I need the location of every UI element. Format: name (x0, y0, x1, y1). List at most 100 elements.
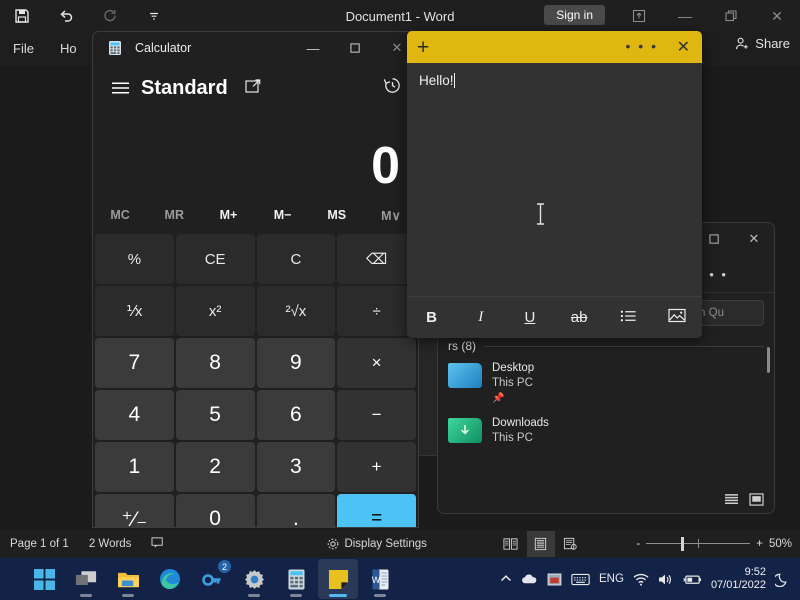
explorer-group-header[interactable]: rs (8) (448, 339, 764, 353)
ribbon-tab-home[interactable]: Ho (47, 32, 90, 66)
maximize-icon[interactable] (334, 32, 376, 64)
explorer-scrollbar[interactable] (767, 347, 770, 373)
zoom-slider-thumb[interactable] (681, 537, 685, 551)
zoom-slider[interactable] (646, 537, 751, 551)
read-mode-icon[interactable] (497, 531, 525, 557)
close-icon[interactable]: ✕ (734, 223, 774, 255)
key-9[interactable]: 9 (256, 338, 336, 388)
file-explorer-button[interactable] (108, 559, 148, 599)
key-add[interactable]: + (337, 442, 416, 492)
key-7[interactable]: 7 (95, 338, 174, 388)
tray-app-icon[interactable] (547, 572, 562, 586)
key-app-button[interactable]: 2 (192, 559, 232, 599)
active-indicator (329, 594, 347, 597)
restore-icon[interactable] (708, 0, 754, 32)
minimize-icon[interactable]: — (292, 32, 334, 64)
key-8[interactable]: 8 (175, 338, 255, 388)
key-clear-entry[interactable]: CE (175, 234, 255, 284)
memory-button-ms[interactable]: MS (310, 208, 364, 222)
bold-icon[interactable]: B (407, 309, 456, 326)
large-icons-view-icon[interactable] (747, 491, 766, 507)
history-icon[interactable] (383, 76, 402, 100)
key-divide[interactable]: ÷ (337, 286, 416, 336)
wifi-icon[interactable] (633, 573, 649, 586)
key-4[interactable]: 4 (95, 390, 174, 440)
key-backspace[interactable]: ⌫ (337, 234, 416, 284)
memory-button-mc[interactable]: MC (93, 208, 147, 222)
share-button[interactable]: Share (735, 36, 790, 51)
word-button[interactable]: W (360, 559, 400, 599)
list-item[interactable]: Downloads This PC (448, 416, 764, 446)
calculator-button[interactable] (276, 559, 316, 599)
edge-button[interactable] (150, 559, 190, 599)
cloud-icon[interactable] (521, 573, 538, 585)
calculator-icon (107, 40, 123, 56)
key-multiply[interactable]: × (337, 338, 416, 388)
sticky-note-window[interactable]: + • • • ✕ Hello! B I U ab (407, 31, 702, 338)
strikethrough-icon[interactable]: ab (555, 309, 604, 326)
note-menu-icon[interactable]: • • • (626, 38, 658, 54)
web-layout-icon[interactable] (557, 531, 585, 557)
calculator-window[interactable]: Calculator — ✕ Standard 0 MC MR M+ M− MS… (92, 31, 419, 528)
taskbar: 2 W ENG 9:52 07/01/2022 (0, 558, 800, 600)
key-1[interactable]: 1 (95, 442, 174, 492)
minimize-icon[interactable]: — (662, 0, 708, 32)
display-settings-button[interactable]: Display Settings (316, 537, 436, 551)
close-icon[interactable]: ✕ (677, 37, 690, 57)
hamburger-menu-icon[interactable] (107, 75, 133, 101)
key-percent[interactable]: % (95, 234, 174, 284)
memory-button-m-add[interactable]: M+ (201, 208, 255, 222)
insert-image-icon[interactable] (653, 308, 702, 327)
key-equals[interactable]: = (337, 494, 416, 527)
key-square-root[interactable]: ²√x (256, 286, 336, 336)
ribbon-tab-file[interactable]: File (0, 32, 47, 66)
list-item[interactable]: Desktop This PC 📌 (448, 361, 764, 406)
memory-button-m-sub[interactable]: M− (256, 208, 310, 222)
key-clear[interactable]: C (256, 234, 336, 284)
memory-button-mr[interactable]: MR (147, 208, 201, 222)
status-page-number[interactable]: Page 1 of 1 (0, 538, 79, 550)
clock[interactable]: 9:52 07/01/2022 (711, 566, 766, 592)
sign-in-button[interactable]: Sign in (544, 5, 605, 25)
task-view-button[interactable] (66, 559, 106, 599)
key-square[interactable]: x² (175, 286, 255, 336)
sticky-note-header[interactable]: + • • • ✕ (407, 31, 702, 63)
note-text-area[interactable]: Hello! (407, 63, 702, 296)
proofing-icon[interactable] (141, 536, 176, 552)
key-reciprocal[interactable]: ⅟x (95, 286, 174, 336)
key-3[interactable]: 3 (256, 442, 336, 492)
settings-button[interactable] (234, 559, 274, 599)
save-icon[interactable] (0, 0, 44, 32)
zoom-out-button[interactable]: - (636, 538, 640, 550)
close-icon[interactable]: ✕ (754, 0, 800, 32)
key-0[interactable]: 0 (175, 494, 255, 527)
key-2[interactable]: 2 (175, 442, 255, 492)
status-word-count[interactable]: 2 Words (79, 538, 142, 550)
sticky-notes-button[interactable] (318, 559, 358, 599)
details-view-icon[interactable] (722, 491, 741, 507)
customize-quick-access-icon[interactable] (132, 0, 176, 32)
moon-icon[interactable] (775, 572, 790, 587)
zoom-level-label[interactable]: 50% (769, 538, 792, 550)
add-note-icon[interactable]: + (417, 37, 429, 58)
battery-charging-icon[interactable] (683, 573, 702, 586)
start-button[interactable] (24, 559, 64, 599)
key-negate[interactable]: ⁺⁄₋ (95, 494, 174, 527)
key-decimal[interactable]: . (256, 494, 336, 527)
zoom-in-button[interactable]: + (756, 538, 763, 550)
bulleted-list-icon[interactable] (604, 309, 653, 327)
language-indicator[interactable]: ENG (599, 573, 624, 585)
note-text: Hello! (419, 73, 454, 88)
print-layout-icon[interactable] (526, 531, 555, 557)
key-subtract[interactable]: − (337, 390, 416, 440)
keyboard-icon[interactable] (571, 573, 590, 586)
ribbon-display-options-icon[interactable] (616, 0, 662, 32)
chevron-up-icon[interactable] (500, 574, 512, 584)
italic-icon[interactable]: I (456, 309, 505, 326)
undo-icon[interactable] (44, 0, 88, 32)
key-6[interactable]: 6 (256, 390, 336, 440)
keep-on-top-icon[interactable] (244, 77, 262, 100)
underline-icon[interactable]: U (505, 309, 554, 326)
speaker-icon[interactable] (658, 573, 674, 586)
key-5[interactable]: 5 (175, 390, 255, 440)
